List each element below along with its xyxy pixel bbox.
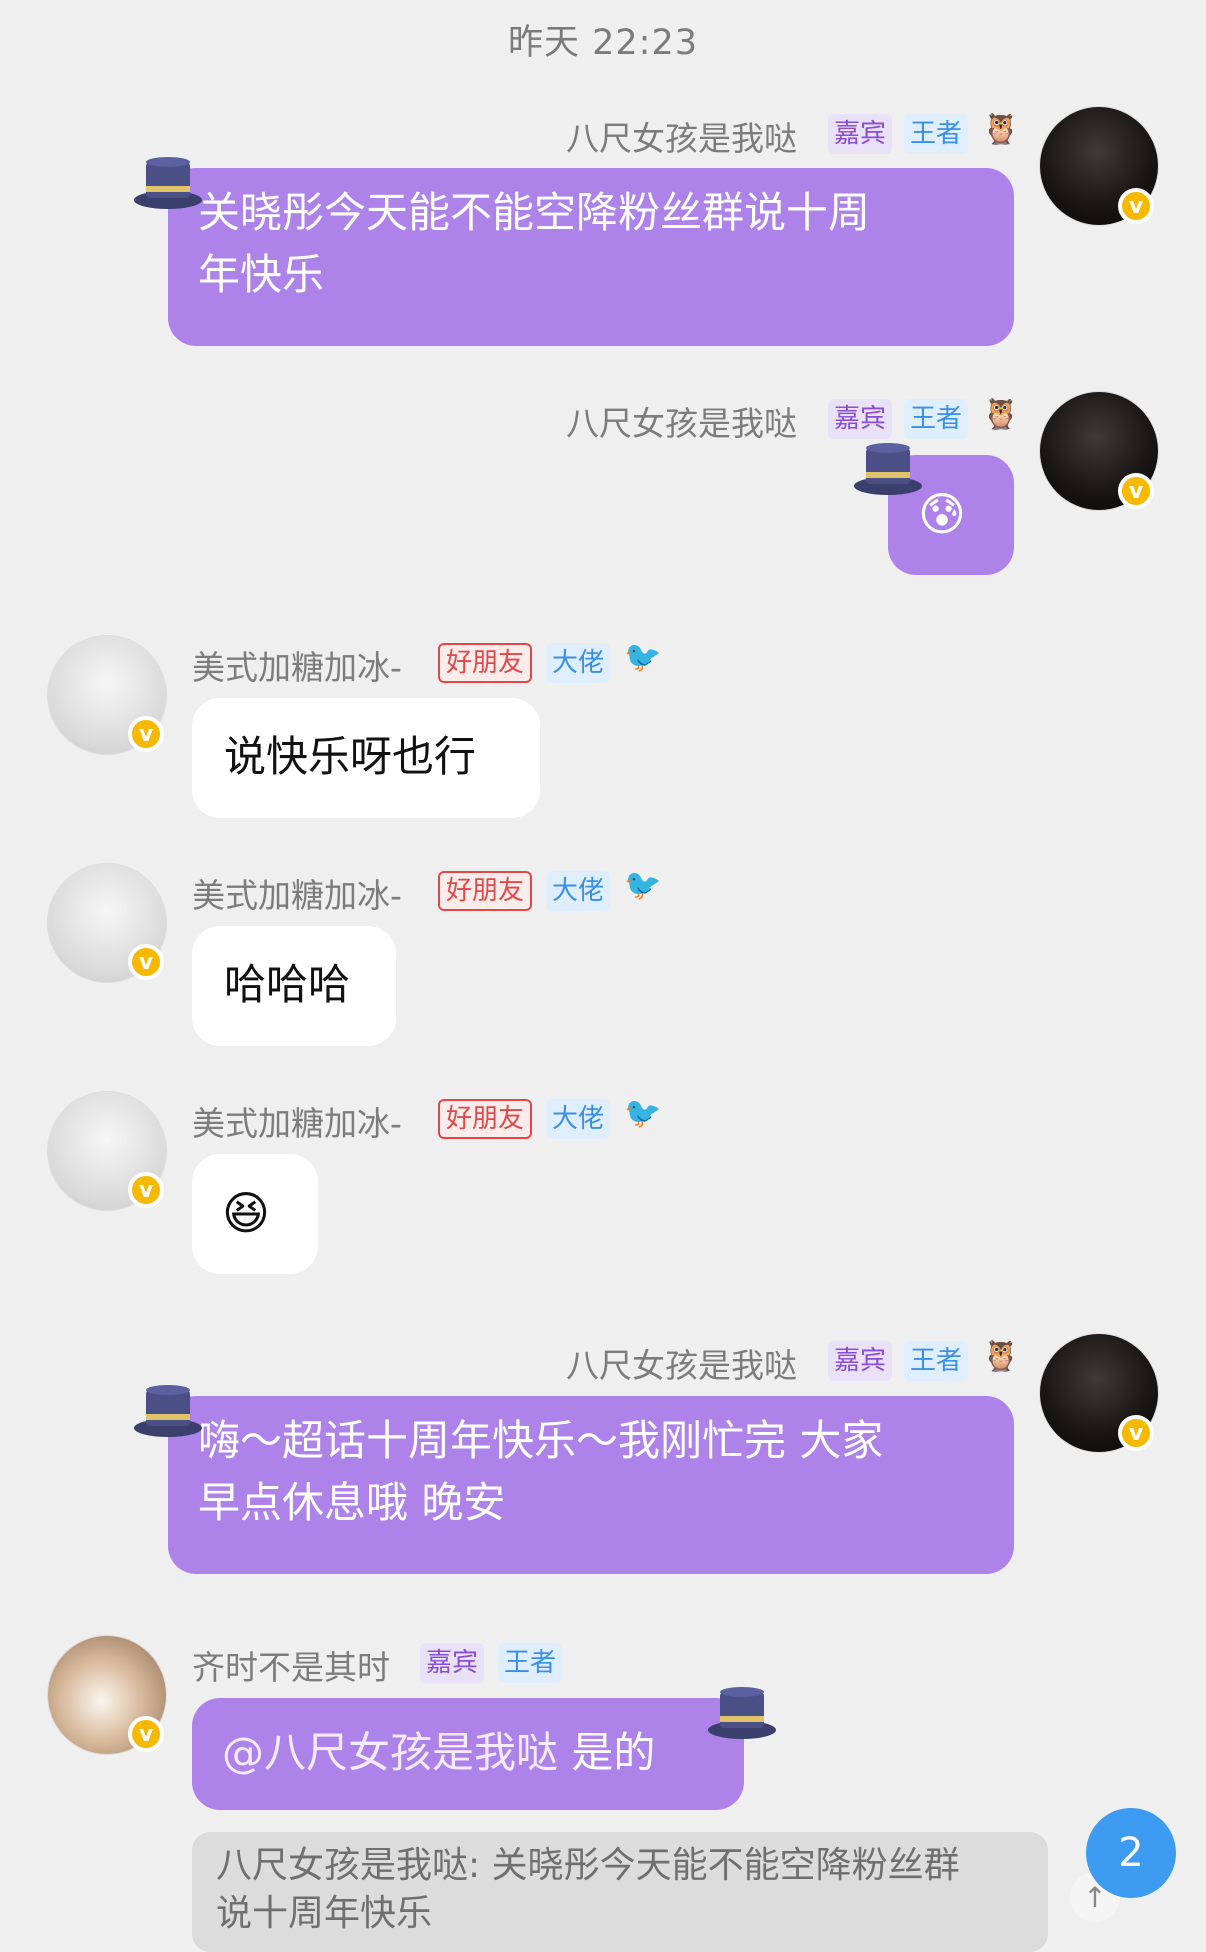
top-hat-icon — [134, 1385, 202, 1437]
verified-badge: v — [1118, 1415, 1154, 1451]
sender-name[interactable]: 八尺女孩是我哒 — [566, 397, 797, 445]
message-bubble[interactable]: 哈哈哈 — [192, 926, 396, 1046]
verified-badge: v — [128, 1172, 164, 1208]
tag-big-shot: 大佬 — [546, 643, 611, 683]
bird-icon: 🐦 — [624, 640, 662, 675]
bird-icon: 🐦 — [624, 868, 662, 903]
verified-badge: v — [128, 1716, 164, 1752]
sender-name[interactable]: 八尺女孩是我哒 — [566, 1339, 797, 1387]
verified-badge: v — [1118, 473, 1154, 509]
message-text: 是的 — [558, 1728, 656, 1777]
sender-name[interactable]: 美式加糖加冰- — [192, 1097, 402, 1145]
tag-king: 王者 — [904, 1341, 969, 1381]
emoji-message[interactable]: 😆 — [192, 1154, 318, 1274]
owl-icon: 🦉 — [982, 112, 1020, 147]
message-bubble[interactable]: 嗨～超话十周年快乐～我刚忙完 大家 早点休息哦 晚安 — [168, 1396, 1014, 1574]
tag-guest: 嘉宾 — [828, 399, 893, 439]
tag-king: 王者 — [904, 114, 969, 154]
tag-big-shot: 大佬 — [546, 871, 611, 911]
top-hat-icon — [708, 1687, 776, 1739]
tag-guest: 嘉宾 — [828, 1341, 893, 1381]
top-hat-icon — [854, 443, 922, 495]
verified-badge: v — [1118, 188, 1154, 224]
tag-king: 王者 — [498, 1643, 563, 1683]
message-bubble[interactable]: @八尺女孩是我哒 是的 — [192, 1698, 744, 1810]
unread-count-badge[interactable]: 2 — [1086, 1808, 1176, 1898]
tag-good-friend: 好朋友 — [438, 1099, 533, 1139]
tag-big-shot: 大佬 — [546, 1099, 611, 1139]
bird-icon: 🐦 — [624, 1096, 662, 1131]
mention-link[interactable]: @八尺女孩是我哒 — [222, 1728, 558, 1777]
message-bubble[interactable]: 关晓彤今天能不能空降粉丝群说十周 年快乐 — [168, 168, 1014, 346]
sender-name[interactable]: 美式加糖加冰- — [192, 869, 402, 917]
tag-good-friend: 好朋友 — [438, 643, 533, 683]
tag-good-friend: 好朋友 — [438, 871, 533, 911]
sender-name[interactable]: 八尺女孩是我哒 — [566, 112, 797, 160]
tag-guest: 嘉宾 — [828, 114, 893, 154]
sender-name[interactable]: 美式加糖加冰- — [192, 641, 402, 689]
owl-icon: 🦉 — [982, 1339, 1020, 1374]
verified-badge: v — [128, 944, 164, 980]
tag-king: 王者 — [904, 399, 969, 439]
owl-icon: 🦉 — [982, 397, 1020, 432]
timestamp: 昨天 22:23 — [508, 23, 698, 63]
tag-guest: 嘉宾 — [420, 1643, 485, 1683]
quoted-message[interactable]: 八尺女孩是我哒: 关晓彤今天能不能空降粉丝群 说十周年快乐 — [192, 1832, 1048, 1952]
message-bubble[interactable]: 说快乐呀也行 — [192, 698, 540, 818]
top-hat-icon — [134, 157, 202, 209]
sender-name[interactable]: 齐时不是其时 — [192, 1641, 390, 1689]
verified-badge: v — [128, 716, 164, 752]
